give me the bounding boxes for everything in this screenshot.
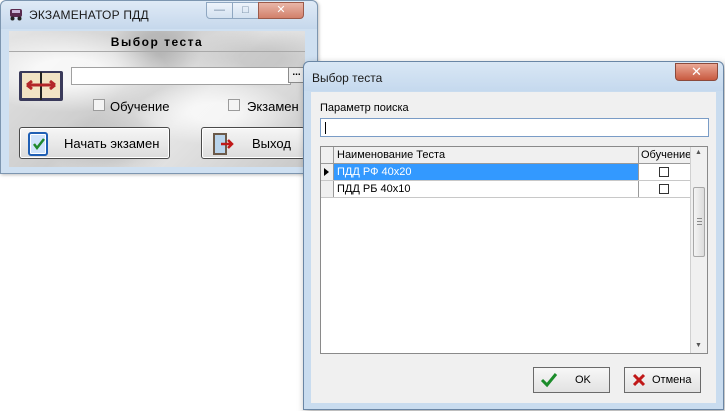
main-window-title: ЭКЗАМЕНАТОР ПДД [29,8,149,22]
scrollbar-thumb[interactable] [693,187,705,257]
row-indicator [321,164,334,180]
dialog-title: Выбор теста [312,71,383,85]
main-window: ЭКЗАМЕНАТОР ПДД — □ ✕ Выбор теста ... Об… [0,0,318,174]
grip-line [697,221,702,222]
row-training-checkbox[interactable] [659,184,669,194]
row-training-cell [639,164,691,180]
scroll-down-icon[interactable]: ▼ [695,342,702,349]
column-header-name[interactable]: Наименование Теста [334,147,639,163]
tests-grid[interactable]: Наименование Теста Обучение ПДД РФ 40х20… [320,146,708,354]
table-row[interactable]: ПДД РФ 40х20 [321,164,691,181]
book-icon[interactable] [17,67,65,105]
search-input[interactable] [320,118,709,137]
row-pointer-icon [324,168,329,176]
exit-button[interactable]: Выход [201,127,305,159]
maximize-button[interactable]: □ [232,2,259,19]
row-training-cell [639,181,691,197]
section-title: Выбор теста [9,33,305,52]
cancel-label: Отмена [652,374,692,386]
start-exam-label: Начать экзамен [64,136,160,151]
exam-checkbox[interactable] [228,99,240,111]
dialog-close-button[interactable]: ✕ [675,63,718,81]
minimize-button[interactable]: — [206,2,233,19]
cross-icon [632,373,646,387]
select-test-dialog: Выбор теста ✕ Параметр поиска Наименован… [303,61,724,410]
ok-label: OK [575,374,591,386]
car-icon [10,9,22,21]
row-indicator [321,181,334,197]
door-exit-icon [213,133,234,155]
training-checkbox[interactable] [93,99,105,111]
exit-label: Выход [252,136,291,151]
row-name-cell: ПДД РФ 40х20 [334,164,639,180]
column-header-training[interactable]: Обучение [639,147,691,163]
vertical-scrollbar[interactable]: ▲ ▼ [690,147,707,353]
search-label: Параметр поиска [320,102,409,114]
checkmark-icon [540,373,558,388]
main-titlebar[interactable]: ЭКЗАМЕНАТОР ПДД — □ ✕ [1,1,317,29]
table-row[interactable]: ПДД РБ 40х10 [321,181,691,198]
dialog-client-area: Параметр поиска Наименование Теста Обуче… [311,92,716,403]
grip-line [697,218,702,219]
row-name-cell: ПДД РБ 40х10 [334,181,639,197]
checklist-icon [28,132,48,156]
cancel-button[interactable]: Отмена [624,367,701,393]
grid-header: Наименование Теста Обучение [321,147,691,164]
scroll-up-icon[interactable]: ▲ [695,149,702,156]
main-close-button[interactable]: ✕ [258,2,304,19]
text-caret [325,122,326,134]
main-client-area: Выбор теста ... Обучение Экзамен Начать … [9,31,305,167]
header-indicator-cell [321,147,334,163]
row-training-checkbox[interactable] [659,167,669,177]
start-exam-button[interactable]: Начать экзамен [19,127,170,159]
dialog-titlebar[interactable]: Выбор теста ✕ [304,62,723,91]
exam-label: Экзамен [247,99,299,114]
selected-test-field[interactable] [71,67,291,85]
ok-button[interactable]: OK [533,367,610,393]
grip-line [697,224,702,225]
training-label: Обучение [110,99,170,114]
